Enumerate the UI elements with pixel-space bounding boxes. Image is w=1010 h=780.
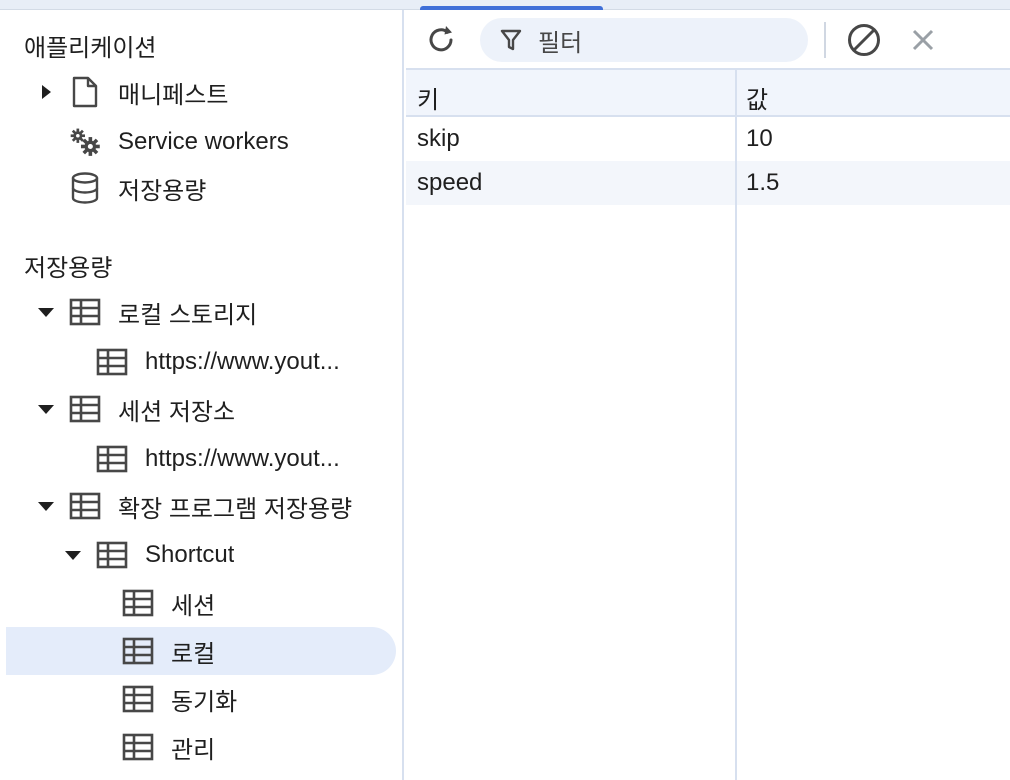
sidebar-item-service-workers[interactable]: Service workers: [34, 118, 289, 166]
table-icon: [68, 490, 102, 522]
sidebar-item-label: 매니페스트: [118, 81, 229, 109]
row-value-cell[interactable]: 1.5: [746, 169, 779, 197]
sidebar-item-local-storage[interactable]: 로컬 스토리지: [34, 288, 257, 336]
table-icon: [121, 731, 155, 763]
storage-toolbar: 필터: [406, 10, 1010, 70]
sidebar-item-label: Service workers: [118, 128, 289, 155]
table-icon: [68, 296, 102, 328]
sidebar-item-session-storage-origin[interactable]: https://www.yout...: [95, 435, 390, 483]
clear-all-button[interactable]: [846, 22, 882, 58]
table-icon: [121, 587, 155, 619]
row-value-cell[interactable]: 10: [746, 125, 773, 153]
toolbar-divider: [824, 22, 826, 58]
sidebar-item-label: Shortcut: [145, 541, 235, 568]
close-icon: [909, 26, 937, 54]
sidebar-item-extension-storage[interactable]: 확장 프로그램 저장용량: [34, 482, 352, 530]
collapse-arrow-icon[interactable]: [61, 550, 85, 560]
table-icon: [95, 346, 129, 378]
sidebar-item-label: 저장용량: [118, 177, 207, 205]
sidebar-item-label: 세션 저장소: [118, 398, 236, 426]
database-icon: [68, 172, 102, 204]
table-header: 키 값: [406, 70, 1010, 117]
block-icon: [846, 22, 882, 58]
expand-arrow-icon[interactable]: [34, 85, 58, 99]
delete-selected-button[interactable]: [905, 22, 941, 58]
sidebar-item-shortcut[interactable]: Shortcut: [61, 531, 234, 579]
sidebar-item-managed[interactable]: 관리: [121, 723, 215, 771]
refresh-button[interactable]: [423, 22, 459, 58]
sidebar-item-local[interactable]: 로컬: [6, 627, 396, 675]
row-key-cell[interactable]: skip: [417, 125, 460, 153]
key-value-table: 키 값 skip 10 speed 1.5: [406, 70, 1010, 780]
sidebar-item-label: 관리: [171, 736, 216, 764]
sidebar-item-manifest[interactable]: 매니페스트: [34, 68, 228, 116]
section-title-storage: 저장용량: [24, 255, 113, 282]
collapse-arrow-icon[interactable]: [34, 307, 58, 317]
collapse-arrow-icon[interactable]: [34, 501, 58, 511]
sidebar-item-session-storage[interactable]: 세션 저장소: [34, 385, 235, 433]
section-title-application: 애플리케이션: [24, 35, 157, 62]
table-icon: [68, 393, 102, 425]
row-key-cell[interactable]: speed: [417, 169, 482, 197]
sidebar-item-label: 로컬: [171, 640, 216, 668]
filter-input[interactable]: 필터: [480, 18, 808, 62]
sidebar-item-local-storage-origin[interactable]: https://www.yout...: [95, 338, 390, 386]
filter-icon: [500, 28, 522, 52]
column-divider[interactable]: [735, 70, 737, 780]
table-icon: [95, 539, 129, 571]
table-icon: [121, 635, 155, 667]
sidebar-item-sync[interactable]: 동기화: [121, 675, 237, 723]
file-icon: [68, 76, 102, 108]
table-row[interactable]: speed 1.5: [406, 161, 1010, 205]
filter-placeholder: 필터: [538, 29, 583, 57]
sidebar-item-label: https://www.yout...: [145, 348, 340, 375]
sidebar-item-label: 확장 프로그램 저장용량: [118, 495, 353, 523]
table-icon: [121, 683, 155, 715]
sidebar-item-label: https://www.yout...: [145, 445, 340, 472]
refresh-icon: [424, 23, 458, 57]
gears-icon: [68, 126, 102, 158]
top-tab-strip: [0, 0, 1010, 11]
application-sidebar: 애플리케이션 매니페스트 Service workers 저장용량 저장용량 로…: [0, 10, 404, 780]
table-icon: [95, 443, 129, 475]
column-header-value[interactable]: 값: [746, 80, 768, 115]
sidebar-item-label: 동기화: [171, 688, 238, 716]
table-row[interactable]: skip 10: [406, 117, 1010, 161]
column-header-key[interactable]: 키: [417, 80, 439, 115]
sidebar-item-label: 세션: [171, 592, 216, 620]
sidebar-item-storage[interactable]: 저장용량: [34, 164, 206, 212]
sidebar-item-session[interactable]: 세션: [121, 579, 215, 627]
sidebar-item-label: 로컬 스토리지: [118, 301, 258, 329]
storage-view-panel: 필터 키 값 skip 10 speed 1.5: [406, 10, 1010, 780]
collapse-arrow-icon[interactable]: [34, 404, 58, 414]
